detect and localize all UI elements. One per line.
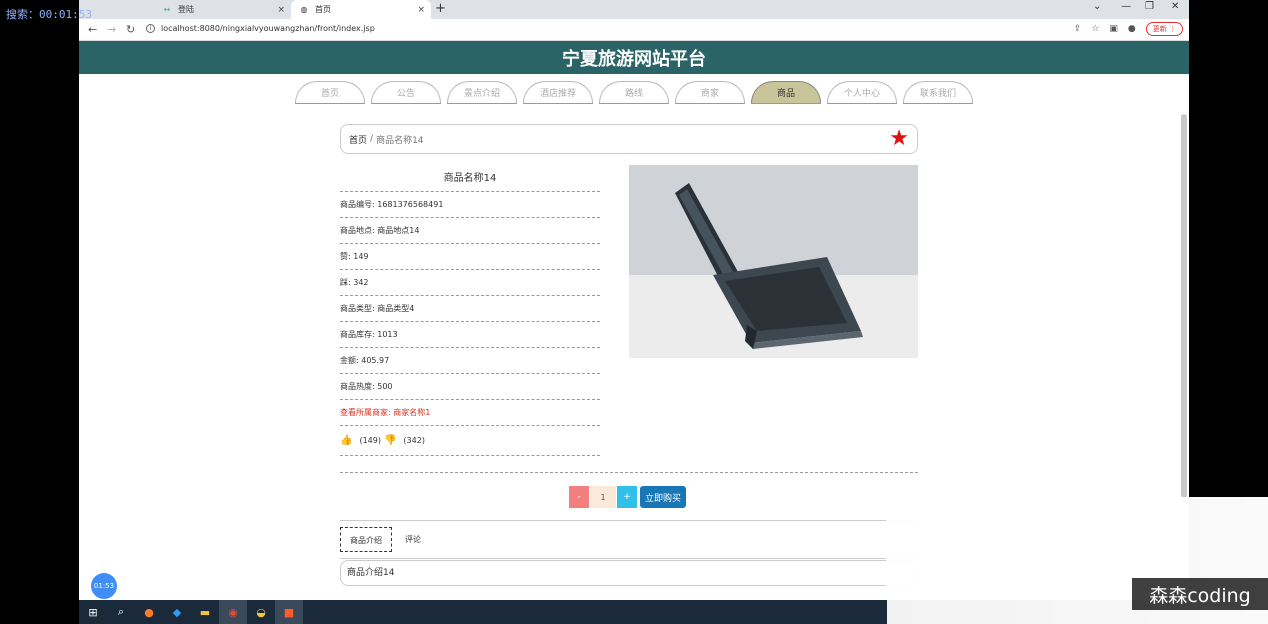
tabs-divider-bottom: [340, 558, 918, 559]
bookmark-star-icon[interactable]: ☆: [1091, 24, 1099, 34]
intellij-icon[interactable]: ■: [275, 600, 303, 624]
tab-strip: ↔ 登陆 × ◍ 首页 × + ⌄ — ❐ ✕: [79, 0, 1189, 19]
site-header: 宁夏旅游网站平台: [79, 41, 1189, 74]
new-tab-button[interactable]: +: [435, 1, 446, 16]
back-icon[interactable]: ←: [88, 23, 98, 36]
minimize-button[interactable]: —: [1121, 1, 1131, 12]
nav-item-notice[interactable]: 公告: [371, 81, 441, 103]
vscode-icon[interactable]: ◆: [163, 600, 191, 624]
product-price: 金额: 405.97: [340, 348, 600, 374]
buy-now-button[interactable]: 立即购买: [640, 486, 687, 508]
qty-increase-button[interactable]: +: [617, 486, 637, 508]
url-text: localhost:8080/ningxialvyouwangzhan/fron…: [161, 24, 375, 33]
breadcrumb-separator: /: [370, 134, 374, 144]
product-details: 商品名称14 商品编号: 1681376568491 商品地点: 商品地点14 …: [340, 167, 600, 456]
product-type: 商品类型: 商品类型4: [340, 296, 600, 322]
purchase-controls: - 1 + 立即购买: [569, 486, 687, 508]
maximize-button[interactable]: ❐: [1145, 1, 1154, 12]
toolbar-icons: ⇪ ☆ ▣ ● 更新 ⋮: [1074, 22, 1183, 36]
screen-recorder-overlay: 搜索：00:01:53: [6, 8, 92, 21]
tab-label: 首页: [315, 5, 331, 14]
chrome-icon[interactable]: ◉: [219, 600, 247, 624]
breadcrumb-current: 商品名称14: [376, 135, 424, 146]
tab-product-intro[interactable]: 商品介绍: [340, 527, 392, 552]
merchant-link[interactable]: 查看所属商家: 商家名称1: [340, 400, 600, 426]
product-popularity: 商品热度: 500: [340, 374, 600, 400]
globe-icon: ◍: [300, 5, 308, 14]
sidepanel-icon[interactable]: ▣: [1109, 24, 1118, 34]
nav-item-routes[interactable]: 路线: [599, 81, 669, 103]
nav-item-merchants[interactable]: 商家: [675, 81, 745, 103]
site-title: 宁夏旅游网站平台: [562, 48, 706, 70]
recording-timer[interactable]: 01:53: [91, 573, 117, 599]
product-location: 商品地点: 商品地点14: [340, 218, 600, 244]
breadcrumb: 首页 / 商品名称14 ★: [340, 124, 918, 154]
nav-item-hotels[interactable]: 酒店推荐: [523, 81, 593, 103]
firefox-icon[interactable]: ●: [135, 600, 163, 624]
nav-item-products[interactable]: 商品: [751, 81, 821, 103]
breadcrumb-home[interactable]: 首页: [349, 133, 367, 146]
file-explorer-icon[interactable]: ▬: [191, 600, 219, 624]
address-bar: ← → ↻ i localhost:8080/ningxialvyouwangz…: [79, 19, 1189, 41]
qty-input[interactable]: 1: [590, 486, 616, 508]
windows-start-icon[interactable]: ⊞: [79, 600, 107, 624]
laptop-image: [675, 183, 863, 349]
update-button[interactable]: 更新 ⋮: [1145, 22, 1183, 36]
tabs-divider: [340, 520, 918, 521]
profile-icon[interactable]: ●: [1128, 24, 1136, 34]
nav-item-attractions[interactable]: 景点介绍: [447, 81, 517, 103]
scrollbar[interactable]: [1181, 114, 1187, 498]
tab-comments[interactable]: 评论: [396, 527, 430, 552]
dislike-count: (342): [403, 435, 425, 445]
nav-item-home[interactable]: 首页: [295, 81, 365, 103]
vote-row: 👍 (149) 👎 (342): [340, 426, 600, 456]
thumbs-down-icon[interactable]: 👎: [384, 426, 396, 456]
product-likes: 赞: 149: [340, 244, 600, 270]
product-title: 商品名称14: [340, 167, 600, 192]
tab-label: 登陆: [178, 5, 194, 14]
tab-close-icon[interactable]: ×: [417, 5, 425, 15]
forward-icon[interactable]: →: [107, 23, 117, 36]
product-image: [629, 165, 918, 358]
section-divider: [340, 472, 918, 473]
close-window-button[interactable]: ✕: [1171, 1, 1179, 12]
nav-item-contact[interactable]: 联系我们: [903, 81, 973, 103]
tab-login[interactable]: ↔ 登陆 ×: [154, 0, 291, 19]
loading-icon: ↔: [163, 5, 171, 14]
tab-content: 商品介绍14: [340, 560, 918, 586]
site-nav: 首页 公告 景点介绍 酒店推荐 路线 商家 商品 个人中心 联系我们: [295, 81, 973, 103]
nav-item-profile[interactable]: 个人中心: [827, 81, 897, 103]
site-info-icon[interactable]: i: [146, 24, 155, 33]
watermark: 森森coding: [1132, 578, 1268, 610]
product-stock: 商品库存: 1013: [340, 322, 600, 348]
search-icon[interactable]: ⌕: [107, 600, 135, 624]
product-dislikes: 踩: 342: [340, 270, 600, 296]
tab-home[interactable]: ◍ 首页 ×: [291, 0, 431, 19]
reload-icon[interactable]: ↻: [126, 23, 136, 36]
tab-close-icon[interactable]: ×: [277, 5, 285, 15]
app-icon[interactable]: ◒: [247, 600, 275, 624]
qty-decrease-button[interactable]: -: [569, 486, 589, 508]
product-id: 商品编号: 1681376568491: [340, 192, 600, 218]
share-icon[interactable]: ⇪: [1074, 24, 1082, 34]
taskbar: ⊞ ⌕ ● ◆ ▬ ◉ ◒ ■: [79, 600, 887, 624]
favorite-star-icon[interactable]: ★: [889, 128, 909, 150]
tab-search-icon[interactable]: ⌄: [1093, 1, 1101, 12]
like-count: (149): [359, 435, 381, 445]
detail-tabs: 商品介绍 评论: [340, 527, 430, 552]
thumbs-up-icon[interactable]: 👍: [340, 426, 352, 456]
url-field[interactable]: i localhost:8080/ningxialvyouwangzhan/fr…: [146, 24, 375, 33]
